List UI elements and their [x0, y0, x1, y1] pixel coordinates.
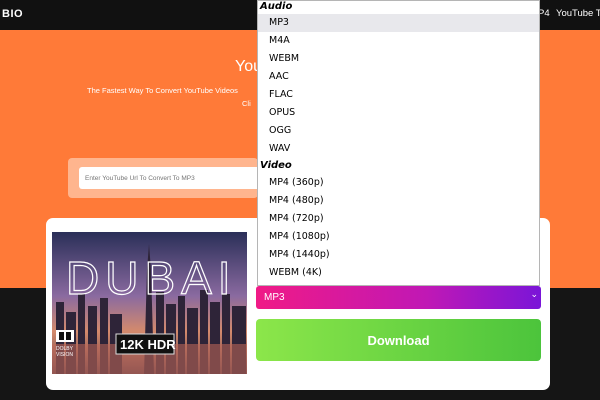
option-aac[interactable]: AAC	[258, 68, 539, 86]
optgroup-audio-label: Audio	[260, 1, 293, 12]
nav-link-youtube-to[interactable]: YouTube To	[556, 8, 600, 19]
format-selected-value: MP3	[264, 292, 285, 303]
option-flac[interactable]: FLAC	[258, 86, 539, 104]
url-input-wrapper	[68, 158, 261, 198]
thumbnail-badge-text: 12K HDR	[120, 337, 176, 352]
option-mp4-1080p[interactable]: MP4 (1080p)	[258, 228, 539, 246]
option-mp4-480p[interactable]: MP4 (480p)	[258, 192, 539, 210]
option-mp4-1440p[interactable]: MP4 (1440p)	[258, 246, 539, 264]
option-wav[interactable]: WAV	[258, 140, 539, 158]
thumbnail-title-text: DUBAI	[66, 252, 237, 304]
youtube-url-input[interactable]	[79, 167, 261, 189]
option-ogg[interactable]: OGG	[258, 122, 539, 140]
chevron-down-icon: ⌄	[530, 289, 538, 299]
dolby-line2: VISION	[56, 352, 73, 358]
format-dropdown-list: Audio MP3 M4A WEBM AAC FLAC OPUS OGG WAV…	[257, 0, 540, 286]
option-m4a[interactable]: M4A	[258, 32, 539, 50]
video-thumbnail: DUBAI 12K HDR DOLBY VISION	[52, 232, 247, 374]
site-logo[interactable]: BIO	[2, 8, 23, 20]
download-button[interactable]: Download	[256, 319, 541, 361]
option-mp4-360p[interactable]: MP4 (360p)	[258, 174, 539, 192]
format-select[interactable]: MP3 ⌄	[256, 286, 541, 309]
option-opus[interactable]: OPUS	[258, 104, 539, 122]
optgroup-video-label: Video	[260, 160, 292, 171]
hero-subtitle-line2: Cli	[242, 99, 251, 108]
hero-subtitle: The Fastest Way To Convert YouTube Video…	[87, 86, 238, 95]
option-webm-4k[interactable]: WEBM (4K)	[258, 264, 539, 282]
option-mp4-720p[interactable]: MP4 (720p)	[258, 210, 539, 228]
option-webm[interactable]: WEBM	[258, 50, 539, 68]
option-mp3[interactable]: MP3	[258, 14, 539, 32]
